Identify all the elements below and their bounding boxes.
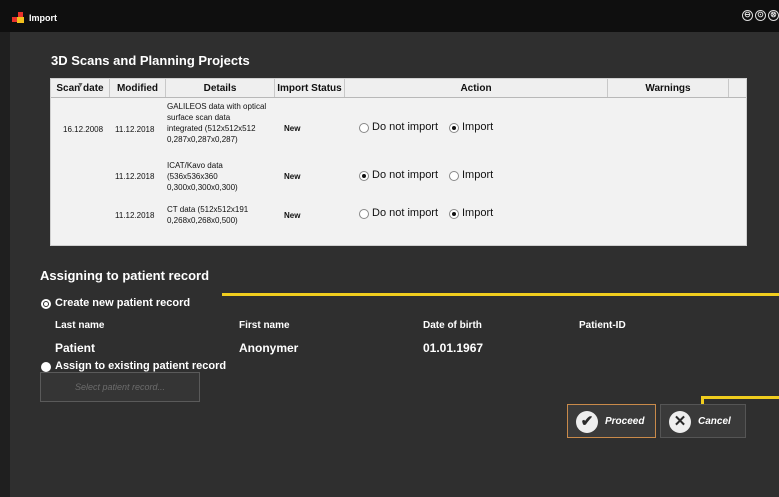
import-radio[interactable] (449, 209, 459, 219)
details-line: 0,268x0,268x0,500) (167, 216, 238, 225)
title-bar: Import ⊖ ⊙ ⊗ (0, 0, 779, 32)
details-line: surface scan data (167, 113, 231, 122)
first-name-value: Anonymer (239, 341, 299, 355)
proceed-button[interactable]: ✔ Proceed (567, 404, 656, 438)
import-status-cell: New (284, 211, 301, 220)
col-action[interactable]: Action (345, 79, 608, 97)
import-radio[interactable] (449, 171, 459, 181)
modified-cell: 11.12.2018 (115, 125, 155, 134)
create-record-radio[interactable] (41, 299, 51, 309)
select-patient-button[interactable]: Select patient record... (40, 372, 200, 402)
assign-heading: Assigning to patient record (40, 268, 210, 283)
import-status-cell: New (284, 172, 301, 181)
details-line: (536x536x360 (167, 172, 218, 181)
patient-id-header: Patient-ID (579, 320, 626, 331)
col-modified[interactable]: Modified (110, 79, 166, 97)
do-not-import-label[interactable]: Do not import (372, 207, 438, 219)
do-not-import-radio[interactable] (359, 171, 369, 181)
do-not-import-label[interactable]: Do not import (372, 121, 438, 133)
col-import-status[interactable]: Import Status (275, 79, 345, 97)
details-line: CT data (512x512x191 (167, 205, 249, 214)
maximize-icon[interactable]: ⊙ (755, 10, 766, 21)
cancel-button[interactable]: ✕ Cancel (660, 404, 746, 438)
callout-line (222, 293, 779, 296)
assign-existing-radio[interactable] (41, 362, 51, 372)
cancel-x-icon: ✕ (669, 411, 691, 433)
first-name-header: First name (239, 320, 290, 331)
col-details[interactable]: Details (166, 79, 275, 97)
window-title: Import (29, 13, 57, 23)
dob-header: Date of birth (423, 320, 482, 331)
minimize-icon[interactable]: ⊖ (742, 10, 753, 21)
do-not-import-label[interactable]: Do not import (372, 169, 438, 181)
import-status-cell: New (284, 124, 301, 133)
details-line: integrated (512x512x512 (167, 124, 256, 133)
last-name-header: Last name (55, 320, 105, 331)
details-line: 0,287x0,287x0,287) (167, 135, 238, 144)
import-radio[interactable] (449, 123, 459, 133)
scan-date-cell: 16.12.2008 (63, 125, 104, 134)
close-icon[interactable]: ⊗ (768, 10, 779, 21)
col-scan-date[interactable]: ▼ Scan date (51, 79, 110, 97)
details-line: GALILEOS data with optical (167, 102, 267, 111)
sort-indicator-icon: ▼ (77, 82, 84, 89)
import-label[interactable]: Import (462, 207, 493, 219)
import-label[interactable]: Import (462, 169, 493, 181)
do-not-import-radio[interactable] (359, 209, 369, 219)
last-name-value: Patient (55, 341, 96, 355)
do-not-import-radio[interactable] (359, 123, 369, 133)
app-logo-icon (12, 12, 26, 23)
scans-table: ▼ Scan date Modified Details Import Stat… (50, 78, 747, 246)
modified-cell: 11.12.2018 (115, 211, 155, 220)
modified-cell: 11.12.2018 (115, 172, 155, 181)
create-record-label[interactable]: Create new patient record (55, 297, 190, 309)
checkmark-icon: ✔ (576, 411, 598, 433)
dob-value: 01.01.1967 (423, 341, 484, 355)
details-line: ICAT/Kavo data (167, 161, 223, 170)
import-label[interactable]: Import (462, 121, 493, 133)
assign-existing-label[interactable]: Assign to existing patient record (55, 360, 226, 372)
table-header: ▼ Scan date Modified Details Import Stat… (51, 79, 746, 98)
details-line: 0,300x0,300x0,300) (167, 183, 238, 192)
callout-line (701, 396, 779, 399)
col-warnings[interactable]: Warnings (608, 79, 729, 97)
scans-heading: 3D Scans and Planning Projects (51, 53, 250, 68)
